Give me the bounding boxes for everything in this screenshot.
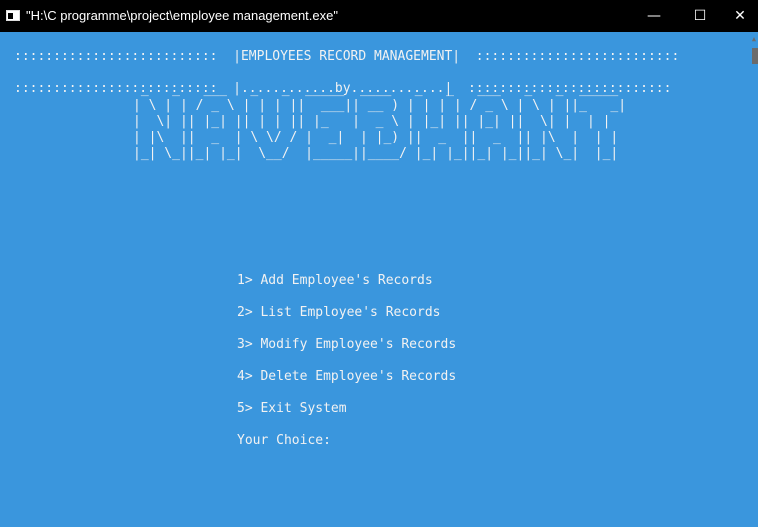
title-bar[interactable]: "H:\C programme\project\employee managem… [0, 0, 758, 32]
scroll-thumb[interactable] [752, 48, 758, 64]
console-window: "H:\C programme\project\employee managem… [0, 0, 758, 527]
choice-prompt[interactable]: Your Choice: [237, 433, 331, 449]
menu-item-modify: 3> Modify Employee's Records [237, 337, 457, 352]
header-banner-line-1: :::::::::::::::::::::::::: |EMPLOYEES RE… [14, 49, 680, 64]
maximize-button[interactable]: ☐ [677, 0, 723, 32]
console-output[interactable]: :::::::::::::::::::::::::: |EMPLOYEES RE… [0, 32, 750, 527]
ascii-art-logo: _ _ ___ _ _ _____ ____ _ _ ___ _ _ _____… [133, 82, 627, 161]
window-title: "H:\C programme\project\employee managem… [26, 8, 338, 23]
menu-item-delete: 4> Delete Employee's Records [237, 369, 457, 384]
menu-item-exit: 5> Exit System [237, 401, 347, 416]
scroll-up-arrow-icon[interactable]: ▲ [750, 34, 758, 44]
menu-item-list: 2> List Employee's Records [237, 305, 441, 320]
console-app-icon[interactable] [6, 10, 20, 21]
menu-item-add: 1> Add Employee's Records [237, 273, 433, 288]
vertical-scrollbar[interactable] [750, 32, 758, 527]
close-button[interactable]: ✕ [722, 0, 758, 32]
minimize-button[interactable]: — [631, 0, 677, 32]
